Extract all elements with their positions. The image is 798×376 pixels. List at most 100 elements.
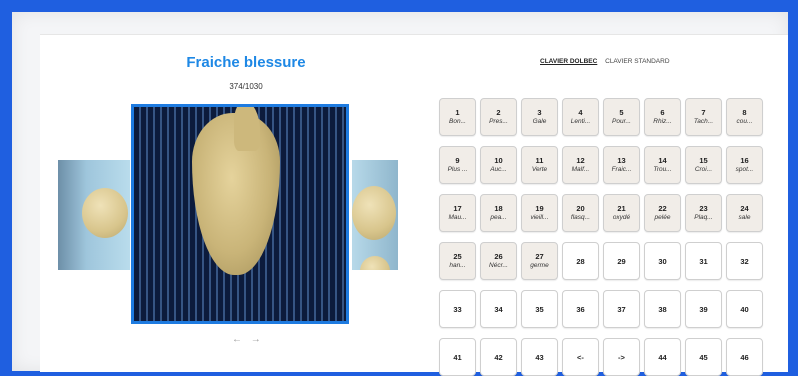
key-35[interactable]: 35 xyxy=(521,290,558,328)
key-number: 42 xyxy=(494,352,503,362)
key-number: 24 xyxy=(740,204,749,213)
key-18[interactable]: 18 pea... xyxy=(480,194,517,232)
key-number: -> xyxy=(618,352,625,362)
key-15[interactable]: 15 Croi... xyxy=(685,146,722,184)
arrow-right-icon[interactable]: → xyxy=(251,334,261,345)
key-6[interactable]: 6 Rhiz... xyxy=(644,98,681,136)
key-label: Mau... xyxy=(448,214,467,221)
key-number: 45 xyxy=(699,352,708,362)
key-number: 37 xyxy=(617,304,626,314)
key-24[interactable]: 24 sale xyxy=(726,194,763,232)
key-label: Pres... xyxy=(489,118,508,125)
next-image-thumbnail[interactable] xyxy=(352,160,398,270)
key-number: 44 xyxy=(658,352,667,362)
key-label: Auc... xyxy=(490,166,507,173)
key-number: 7 xyxy=(701,108,706,117)
key-40[interactable]: 40 xyxy=(726,290,763,328)
key-label: Nécr... xyxy=(489,262,508,269)
key-number: 5 xyxy=(619,108,624,117)
key-21[interactable]: 21 oxydé xyxy=(603,194,640,232)
key-1[interactable]: 1 Bon... xyxy=(439,98,476,136)
key-2[interactable]: 2 Pres... xyxy=(480,98,517,136)
key-13[interactable]: 13 Fraic... xyxy=(603,146,640,184)
key-12[interactable]: 12 Malf... xyxy=(562,146,599,184)
key-36[interactable]: 36 xyxy=(562,290,599,328)
key-number: 11 xyxy=(535,156,544,165)
key-label: germe xyxy=(530,262,549,269)
key-23[interactable]: 23 Plaq... xyxy=(685,194,722,232)
key-11[interactable]: 11 Verte xyxy=(521,146,558,184)
key-9[interactable]: 9 Plus ... xyxy=(439,146,476,184)
key-label: cou... xyxy=(736,118,753,125)
key-label: Bon... xyxy=(449,118,466,125)
key-42[interactable]: 42 xyxy=(480,338,517,376)
key-10[interactable]: 10 Auc... xyxy=(480,146,517,184)
previous-image-thumbnail[interactable] xyxy=(58,160,130,270)
key-number: 9 xyxy=(455,156,460,165)
image-counter: 374/1030 xyxy=(229,82,263,91)
key-34[interactable]: 34 xyxy=(480,290,517,328)
key-47[interactable]: 45 xyxy=(685,338,722,376)
key-label: pelée xyxy=(654,214,671,221)
key-39[interactable]: 39 xyxy=(685,290,722,328)
key-29[interactable]: 29 xyxy=(603,242,640,280)
key-label: han... xyxy=(449,262,466,269)
key-31[interactable]: 31 xyxy=(685,242,722,280)
tab-clavier-standard[interactable]: CLAVIER STANDARD xyxy=(605,58,669,65)
key-32[interactable]: 32 xyxy=(726,242,763,280)
potato-tip-shape xyxy=(234,107,260,151)
key-38[interactable]: 38 xyxy=(644,290,681,328)
key-20[interactable]: 20 flasq... xyxy=(562,194,599,232)
key-number: 2 xyxy=(496,108,501,117)
key-3[interactable]: 3 Gale xyxy=(521,98,558,136)
key-44[interactable]: <- xyxy=(562,338,599,376)
potato-shape xyxy=(82,188,128,238)
key-number: 10 xyxy=(494,156,503,165)
key-33[interactable]: 33 xyxy=(439,290,476,328)
key-number: 43 xyxy=(535,352,544,362)
key-26[interactable]: 26 Nécr... xyxy=(480,242,517,280)
key-number: 32 xyxy=(740,256,749,266)
key-number: 46 xyxy=(740,352,749,362)
key-number: 20 xyxy=(576,204,585,213)
potato-shape xyxy=(352,186,396,240)
key-number: 8 xyxy=(742,108,747,117)
key-41[interactable]: 41 xyxy=(439,338,476,376)
key-number: 31 xyxy=(699,256,708,266)
key-37[interactable]: 37 xyxy=(603,290,640,328)
carousel-nav: ← → xyxy=(232,334,267,345)
key-number: 14 xyxy=(658,156,667,165)
key-label: pea... xyxy=(490,214,507,221)
key-5[interactable]: 5 Pour... xyxy=(603,98,640,136)
key-30[interactable]: 30 xyxy=(644,242,681,280)
potato-shape xyxy=(360,256,390,270)
key-number: 29 xyxy=(617,256,626,266)
key-4[interactable]: 4 Lenti... xyxy=(562,98,599,136)
key-8[interactable]: 8 cou... xyxy=(726,98,763,136)
key-22[interactable]: 22 pelée xyxy=(644,194,681,232)
key-label: Malf... xyxy=(571,166,590,173)
key-16[interactable]: 16 spot... xyxy=(726,146,763,184)
defect-keyboard: 1 Bon... 2 Pres... 3 Gale 4 Lenti... 5 Pour... 6 Rh… xyxy=(439,98,769,376)
key-45[interactable]: -> xyxy=(603,338,640,376)
key-number: 33 xyxy=(453,304,462,314)
arrow-left-icon[interactable]: ← xyxy=(232,334,242,345)
key-25[interactable]: 25 han... xyxy=(439,242,476,280)
key-19[interactable]: 19 vieill... xyxy=(521,194,558,232)
key-46[interactable]: 44 xyxy=(644,338,681,376)
key-43[interactable]: 43 xyxy=(521,338,558,376)
key-17[interactable]: 17 Mau... xyxy=(439,194,476,232)
key-number: 19 xyxy=(535,204,544,213)
key-14[interactable]: 14 Trou... xyxy=(644,146,681,184)
key-28[interactable]: 28 xyxy=(562,242,599,280)
tab-clavier-dolbec[interactable]: CLAVIER DOLBEC xyxy=(540,58,597,65)
key-27[interactable]: 27 germe xyxy=(521,242,558,280)
key-48[interactable]: 46 xyxy=(726,338,763,376)
key-number: 36 xyxy=(576,304,585,314)
key-label: Pour... xyxy=(612,118,631,125)
key-number: 25 xyxy=(453,252,462,261)
key-label: spot... xyxy=(735,166,754,173)
key-7[interactable]: 7 Tach... xyxy=(685,98,722,136)
key-number: 26 xyxy=(494,252,503,261)
key-number: 4 xyxy=(578,108,583,117)
